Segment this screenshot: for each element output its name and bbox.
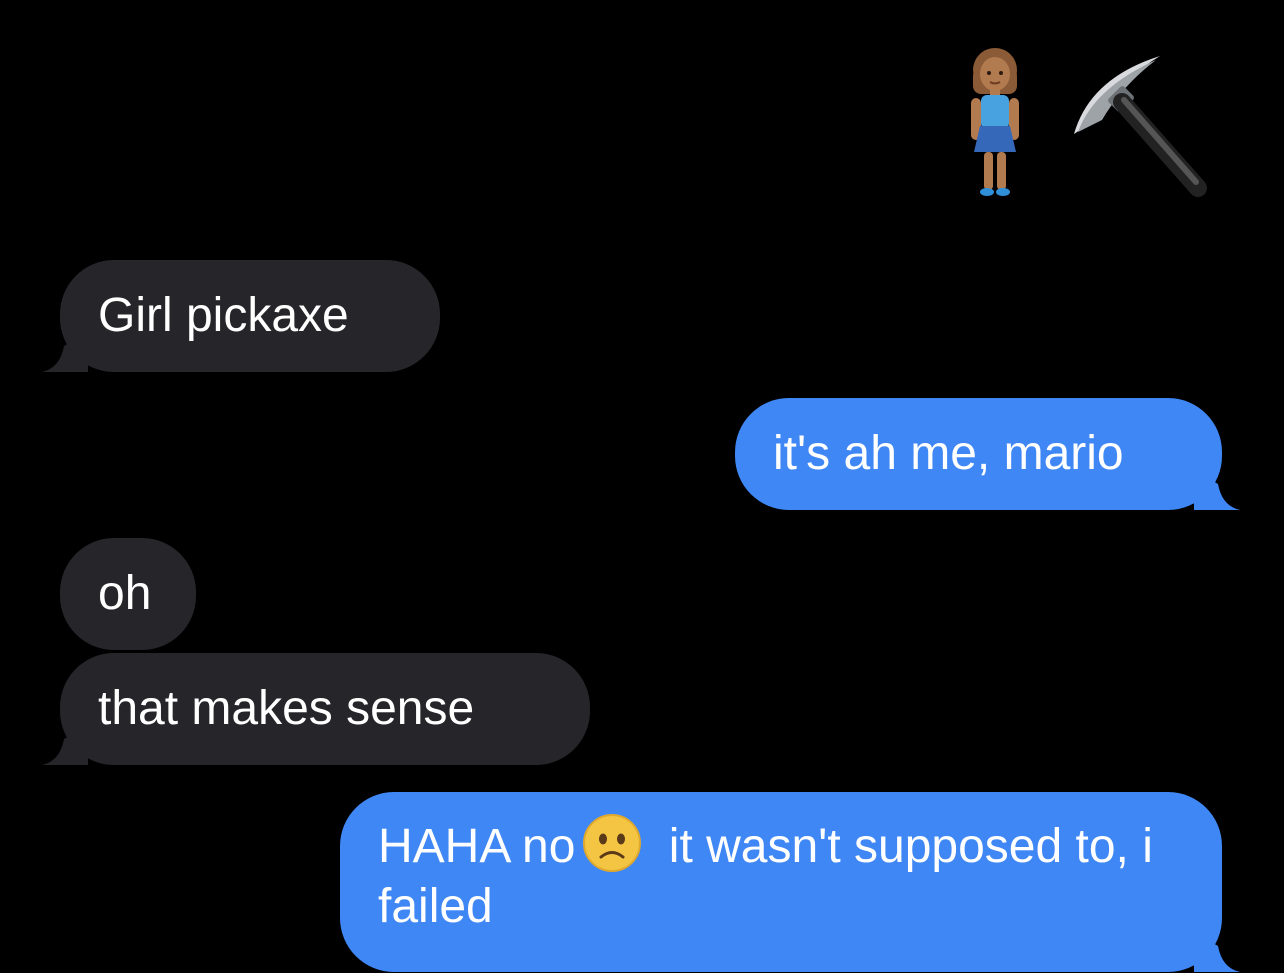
incoming-message[interactable]: Girl pickaxe xyxy=(42,260,440,372)
emoji-message[interactable] xyxy=(950,48,1220,204)
message-text-part: HAHA no xyxy=(378,820,576,873)
message-bubble: HAHA no it wasn't supposed to, i failed xyxy=(340,792,1222,972)
message-bubble: that makes sense xyxy=(60,653,590,765)
message-thread: Girl pickaxe it's ah me, mario oh that m… xyxy=(0,0,1284,973)
incoming-message[interactable]: that makes sense xyxy=(42,653,590,765)
bubble-tail xyxy=(1194,470,1240,510)
message-bubble: oh xyxy=(60,538,196,650)
message-bubble: Girl pickaxe xyxy=(60,260,440,372)
incoming-message[interactable]: oh xyxy=(60,538,196,650)
slightly-frowning-face-icon xyxy=(583,814,642,872)
outgoing-message[interactable]: it's ah me, mario xyxy=(735,398,1240,510)
message-bubble: it's ah me, mario xyxy=(735,398,1222,510)
outgoing-message[interactable]: HAHA no it wasn't supposed to, i failed xyxy=(340,792,1240,972)
pickaxe-icon xyxy=(1074,56,1207,197)
woman-standing-icon xyxy=(971,48,1019,196)
bubble-tail xyxy=(1194,932,1240,972)
